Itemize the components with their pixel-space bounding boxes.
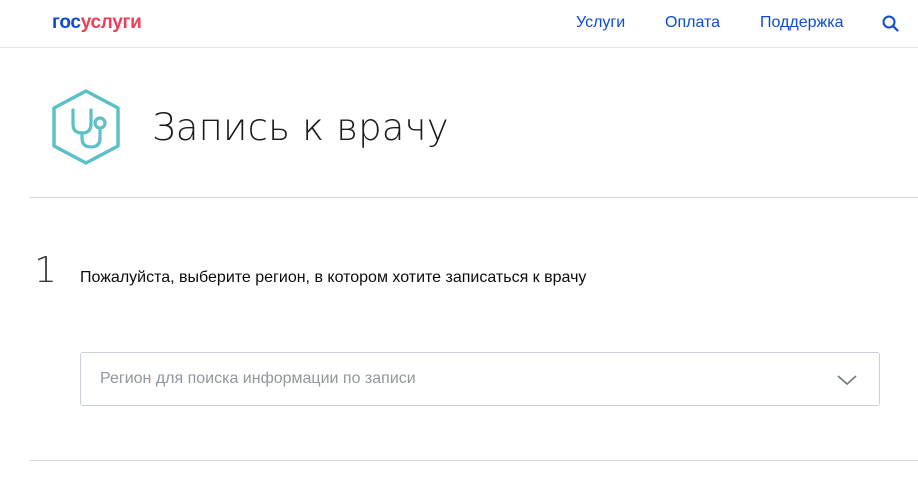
top-navigation-bar: госуслуги Услуги Оплата Поддержка: [0, 0, 918, 48]
step-instruction: Пожалуйста, выберите регион, в котором х…: [80, 269, 587, 286]
gosuslugi-logo[interactable]: госуслуги: [52, 12, 142, 34]
step-number: 1: [34, 250, 57, 291]
logo-part-uslugi: услуги: [80, 12, 142, 33]
region-select-placeholder: Регион для поиска информации по записи: [100, 370, 416, 387]
page-title: Запись к врачу: [152, 106, 449, 149]
region-select[interactable]: Регион для поиска информации по записи: [80, 352, 880, 406]
nav-link-payment[interactable]: Оплата: [665, 14, 720, 32]
logo-part-gos: гос: [52, 12, 81, 33]
chevron-down-icon: [835, 370, 859, 390]
header-divider: [30, 197, 918, 198]
search-icon[interactable]: [880, 13, 902, 35]
nav-link-support[interactable]: Поддержка: [760, 14, 843, 32]
stethoscope-icon: [49, 88, 123, 166]
nav-link-services[interactable]: Услуги: [576, 14, 625, 32]
section-divider: [30, 460, 918, 461]
